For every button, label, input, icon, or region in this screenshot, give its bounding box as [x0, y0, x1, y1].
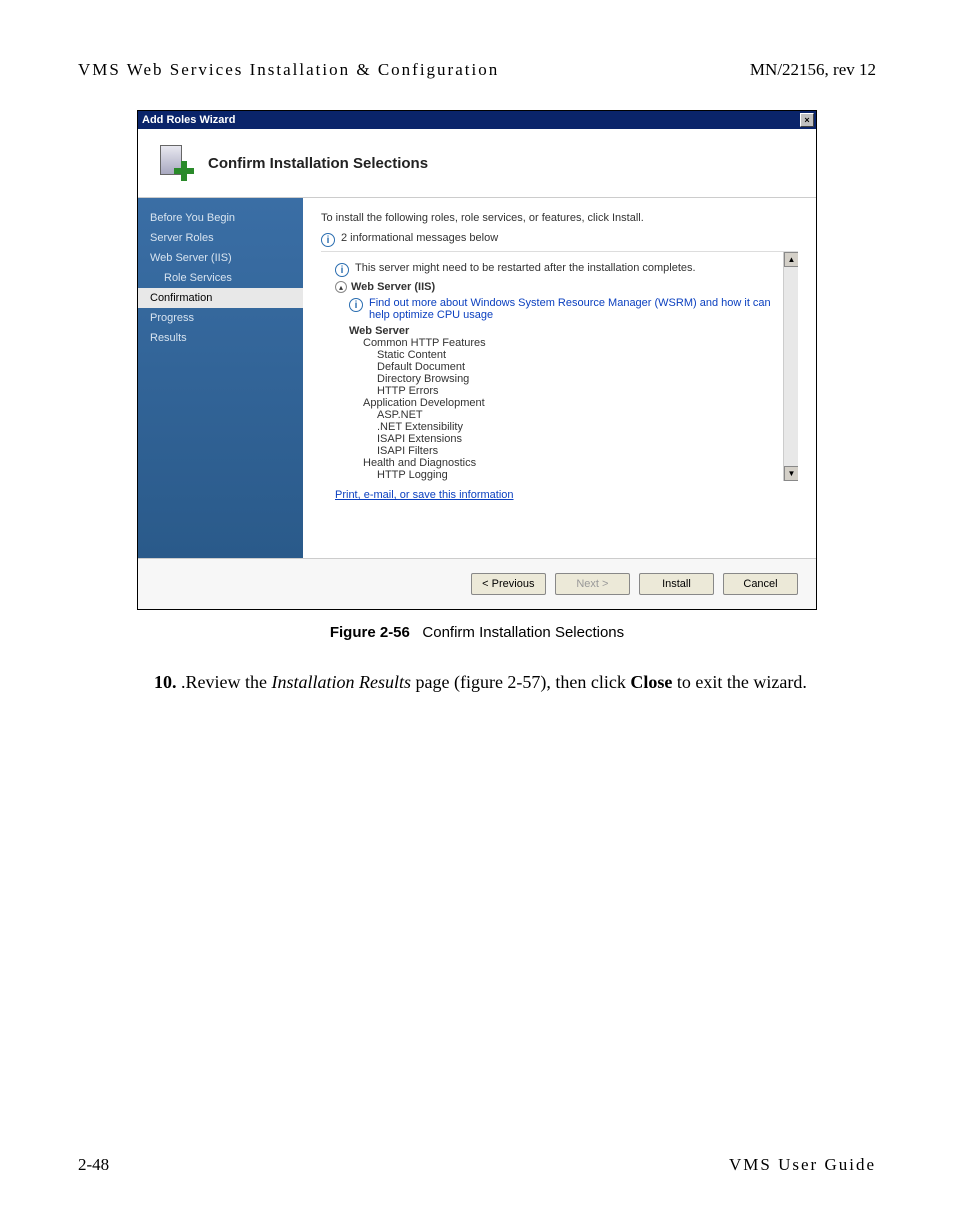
info-count-text: 2 informational messages below — [341, 232, 498, 244]
next-button: Next > — [555, 573, 630, 595]
tree-item: Default Document — [377, 361, 782, 373]
figure-caption: Figure 2-56 Confirm Installation Selecti… — [0, 624, 954, 641]
step-bold: Close — [630, 672, 672, 692]
wsrm-link-row: i Find out more about Windows System Res… — [349, 297, 782, 321]
previous-button[interactable]: < Previous — [471, 573, 546, 595]
figure-label: Figure 2-56 — [330, 624, 410, 641]
page-number: 2-48 — [78, 1155, 109, 1175]
info-count-row: i 2 informational messages below — [321, 232, 798, 247]
banner-server-icon — [156, 143, 196, 183]
features-tree: Web Server Common HTTP Features Static C… — [349, 325, 782, 481]
step-text: to exit the wizard. — [672, 672, 806, 692]
doc-rev: MN/22156, rev 12 — [750, 60, 876, 80]
wizard-content: To install the following roles, role ser… — [303, 198, 816, 558]
scrollbar[interactable]: ▲ ▼ — [783, 252, 798, 481]
sidebar-item-progress[interactable]: Progress — [138, 308, 303, 328]
sidebar-item-server-roles[interactable]: Server Roles — [138, 228, 303, 248]
info-icon: i — [335, 263, 349, 277]
footer-title: VMS User Guide — [729, 1155, 876, 1175]
sidebar-item-confirmation[interactable]: Confirmation — [138, 288, 303, 308]
figure-text: Confirm Installation Selections — [422, 624, 624, 641]
step-ital: Installation Results — [271, 672, 411, 692]
role-heading: Web Server (IIS) — [351, 281, 435, 293]
step-10: 10. .Review the Installation Results pag… — [154, 669, 836, 695]
tree-item: ISAPI Filters — [377, 445, 782, 457]
intro-text: To install the following roles, role ser… — [321, 212, 798, 224]
tree-item: HTTP Errors — [377, 385, 782, 397]
tree-group: Common HTTP Features — [363, 337, 782, 349]
page-header: VMS Web Services Installation & Configur… — [0, 0, 954, 90]
tree-group: Application Development — [363, 397, 782, 409]
sidebar-item-web-server-iis[interactable]: Web Server (IIS) — [138, 248, 303, 268]
cancel-button[interactable]: Cancel — [723, 573, 798, 595]
sidebar-item-before-you-begin[interactable]: Before You Begin — [138, 208, 303, 228]
banner-title: Confirm Installation Selections — [208, 155, 428, 172]
tree-web-server: Web Server — [349, 325, 782, 337]
collapse-icon[interactable]: ▴ — [335, 281, 347, 293]
scroll-down-icon[interactable]: ▼ — [784, 466, 798, 481]
tree-item: HTTP Logging — [377, 469, 782, 481]
step-text: page (figure 2-57), then click — [411, 672, 630, 692]
restart-warning-text: This server might need to be restarted a… — [355, 262, 696, 274]
tree-item: Static Content — [377, 349, 782, 361]
tree-item: ISAPI Extensions — [377, 433, 782, 445]
doc-title: VMS Web Services Installation & Configur… — [78, 60, 499, 80]
add-roles-wizard-window: Add Roles Wizard × Confirm Installation … — [137, 110, 817, 610]
titlebar: Add Roles Wizard × — [138, 111, 816, 129]
role-heading-row: ▴ Web Server (IIS) — [335, 281, 782, 293]
step-number: 10. — [154, 672, 177, 692]
close-icon[interactable]: × — [800, 113, 814, 127]
selection-scrollbox: i This server might need to be restarted… — [321, 251, 798, 481]
banner: Confirm Installation Selections — [138, 129, 816, 198]
print-save-link[interactable]: Print, e-mail, or save this information — [335, 489, 514, 501]
tree-item: ASP.NET — [377, 409, 782, 421]
sidebar-item-role-services[interactable]: Role Services — [138, 268, 303, 288]
tree-group: Health and Diagnostics — [363, 457, 782, 469]
wsrm-link[interactable]: Find out more about Windows System Resou… — [369, 297, 782, 321]
scroll-up-icon[interactable]: ▲ — [784, 252, 798, 267]
info-icon: i — [349, 298, 363, 312]
restart-warning-row: i This server might need to be restarted… — [335, 262, 782, 277]
tree-item: Directory Browsing — [377, 373, 782, 385]
sidebar-item-results[interactable]: Results — [138, 328, 303, 348]
titlebar-text: Add Roles Wizard — [142, 114, 235, 126]
wizard-sidebar: Before You Begin Server Roles Web Server… — [138, 198, 303, 558]
tree-item: .NET Extensibility — [377, 421, 782, 433]
page-footer: 2-48 VMS User Guide — [0, 1155, 954, 1175]
step-text: .Review the — [177, 672, 272, 692]
wizard-buttons: < Previous Next > Install Cancel — [138, 558, 816, 609]
install-button[interactable]: Install — [639, 573, 714, 595]
info-icon: i — [321, 233, 335, 247]
